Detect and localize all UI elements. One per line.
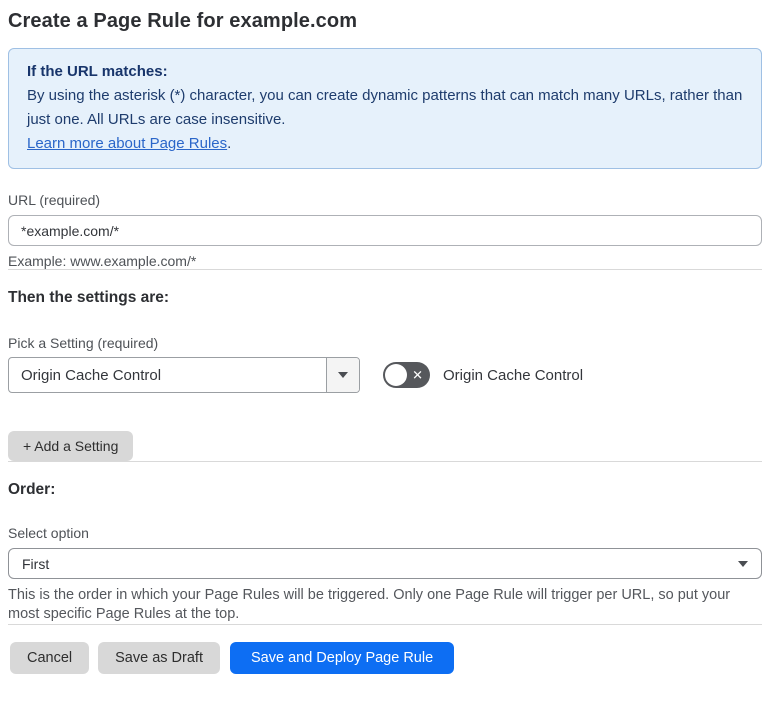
page-title: Create a Page Rule for example.com [8,10,358,32]
setting-select-arrow-button[interactable] [326,358,359,392]
cancel-button[interactable]: Cancel [10,642,90,674]
pick-setting-label: Pick a Setting (required) [8,335,159,351]
chevron-down-icon [338,372,348,378]
origin-cache-control-toggle[interactable]: ✕ [383,362,430,388]
url-example-text: Example: www.example.com/* [8,253,197,269]
info-banner-heading: If the URL matches: [27,63,168,80]
divider [8,624,762,625]
order-select-value: First [22,555,50,572]
order-select-label: Select option [8,525,89,541]
toggle-off-x-icon: ✕ [412,367,423,383]
divider [8,269,762,270]
settings-section-heading: Then the settings are: [8,289,170,306]
divider [8,461,762,462]
order-select[interactable]: First [8,548,762,579]
save-as-draft-button[interactable]: Save as Draft [98,642,220,674]
info-banner-body: By using the asterisk (*) character, you… [27,87,743,128]
setting-select-value: Origin Cache Control [21,366,162,384]
order-section-heading: Order: [8,481,56,498]
toggle-knob [385,364,407,386]
footer-actions: Cancel Save as Draft Save and Deploy Pag… [8,642,762,674]
url-field-label: URL (required) [8,192,101,208]
info-banner-link-row: Learn more about Page Rules. [27,132,743,156]
url-match-info-banner: If the URL matches: By using the asteris… [8,48,762,169]
add-setting-button[interactable]: + Add a Setting [8,431,134,461]
page-rule-form: Create a Page Rule for example.com If th… [0,0,770,674]
order-help-text: This is the order in which your Page Rul… [8,587,731,622]
url-input[interactable] [8,215,762,246]
setting-select[interactable]: Origin Cache Control [8,357,360,393]
chevron-down-icon [738,560,748,567]
link-suffix: . [227,135,232,152]
toggle-label: Origin Cache Control [443,366,584,384]
setting-row: Origin Cache Control ✕ Origin Cache Cont… [8,357,762,393]
save-and-deploy-button[interactable]: Save and Deploy Page Rule [229,642,455,674]
learn-more-link[interactable]: Learn more about Page Rules [27,135,227,152]
